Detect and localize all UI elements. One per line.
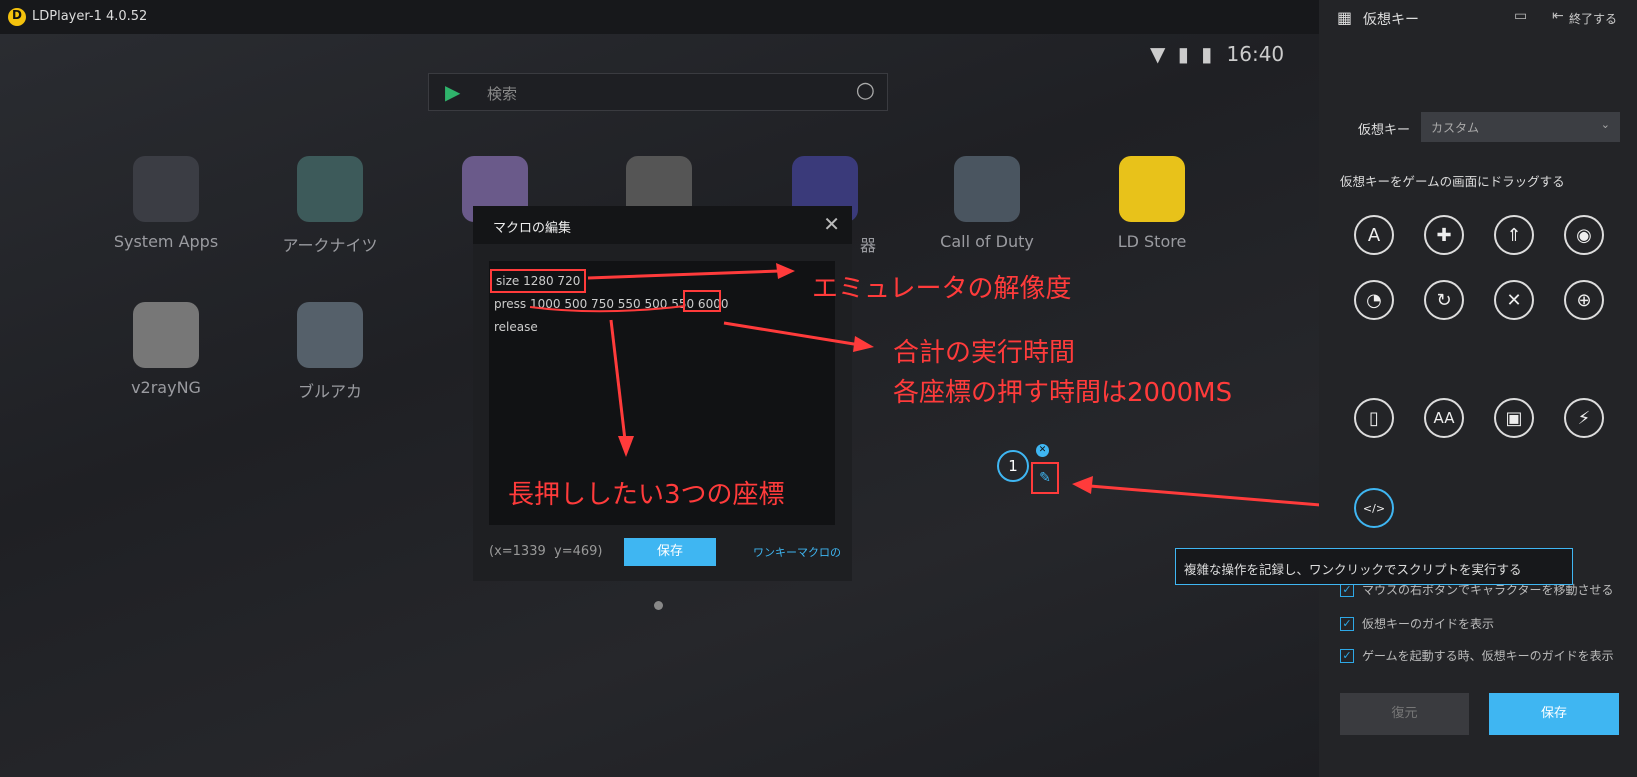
checkbox-guide-on-launch[interactable]: ✓ ゲームを起動する時、仮想キーのガイドを表示 bbox=[1340, 647, 1614, 664]
key-dpad-icon[interactable]: ✚ bbox=[1424, 215, 1464, 255]
checkbox-show-guide[interactable]: ✓ 仮想キーのガイドを表示 bbox=[1340, 615, 1494, 632]
panel-title: 仮想キー bbox=[1363, 12, 1419, 28]
key-aa-icon[interactable]: AA bbox=[1424, 398, 1464, 438]
key-click-icon[interactable]: A bbox=[1354, 215, 1394, 255]
checkbox-label: 仮想キーのガイドを表示 bbox=[1362, 617, 1495, 631]
macro-tooltip: 複雑な操作を記録し、ワンクリックでスクリプトを実行する bbox=[1175, 548, 1573, 585]
annotation-resolution: エミュレータの解像度 bbox=[812, 274, 1072, 304]
chevron-down-icon: ⌄ bbox=[1600, 118, 1610, 131]
arrow-coordinates bbox=[609, 319, 627, 441]
key-label: 仮想キー bbox=[1358, 123, 1411, 138]
key-rotate-icon[interactable]: ↻ bbox=[1424, 280, 1464, 320]
key-flash-icon[interactable]: ⚡ bbox=[1564, 398, 1604, 438]
key-preset-value: カスタム bbox=[1431, 121, 1480, 135]
arrow-macro-key bbox=[1089, 484, 1346, 509]
key-view-icon[interactable]: ◉ bbox=[1564, 215, 1604, 255]
highlight-6000 bbox=[683, 290, 721, 312]
key-mouse-icon[interactable]: ▯ bbox=[1354, 398, 1394, 438]
key-preset-select[interactable]: カスタム ⌄ bbox=[1421, 112, 1620, 142]
arrow-total bbox=[723, 321, 861, 347]
restore-button[interactable]: 復元 bbox=[1340, 693, 1469, 735]
key-shoot-icon[interactable]: ⇑ bbox=[1494, 215, 1534, 255]
exit-button[interactable]: 終了する bbox=[1569, 10, 1617, 27]
annotation-total: 合計の実行時間 bbox=[893, 338, 1076, 368]
annotation-three: 長押ししたい3つの座標 bbox=[508, 480, 785, 510]
key-crosshair-icon[interactable]: ⊕ bbox=[1564, 280, 1604, 320]
key-macro-icon[interactable]: </> bbox=[1354, 488, 1394, 528]
exit-icon[interactable]: ⇤ bbox=[1552, 8, 1564, 24]
arrow-resolution bbox=[587, 269, 781, 280]
annotation-each: 各座標の押す時間は2000MS bbox=[893, 378, 1233, 408]
panel-save-button[interactable]: 保存 bbox=[1489, 693, 1619, 735]
key-joystick-icon[interactable]: ◔ bbox=[1354, 280, 1394, 320]
underline-coordinates bbox=[529, 305, 686, 313]
folder-icon[interactable]: ▭ bbox=[1514, 8, 1527, 24]
keyboard-icon: ▦ bbox=[1337, 8, 1353, 27]
checkbox-icon[interactable]: ✓ bbox=[1340, 648, 1354, 663]
checkbox-label: ゲームを起動する時、仮想キーのガイドを表示 bbox=[1362, 649, 1614, 663]
checkbox-icon[interactable]: ✓ bbox=[1340, 616, 1354, 631]
drag-hint: 仮想キーをゲームの画面にドラッグする bbox=[1340, 174, 1565, 189]
key-swords-icon[interactable]: ✕ bbox=[1494, 280, 1534, 320]
key-shake-icon[interactable]: ▣ bbox=[1494, 398, 1534, 438]
